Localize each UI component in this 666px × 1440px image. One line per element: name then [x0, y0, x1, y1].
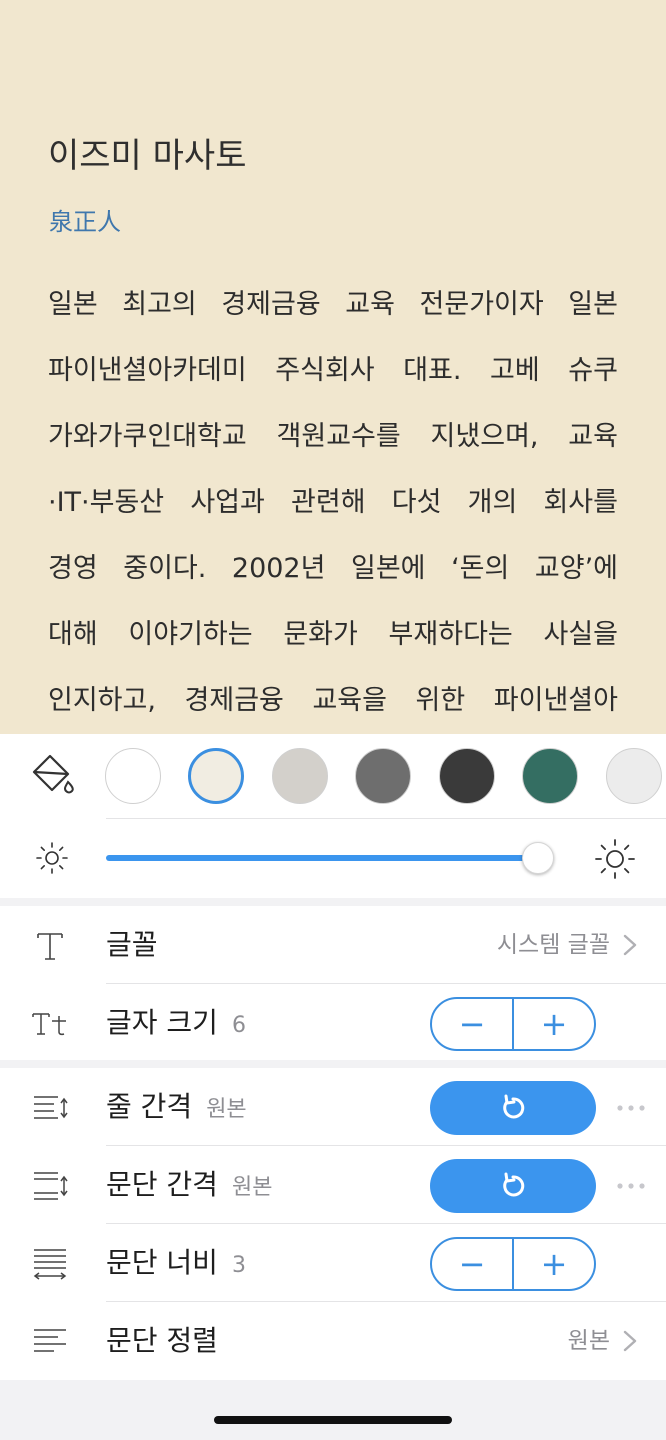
font-value: 시스템 글꼴 — [496, 932, 610, 958]
divider — [106, 818, 666, 819]
book-line: 가와가쿠인대학교 객원교수를 지냈으며, 교육 — [48, 421, 618, 452]
paragraph-width-decrease-button[interactable]: − — [432, 1239, 512, 1289]
color-swatch[interactable] — [188, 748, 244, 804]
paragraph-width-label: 문단 너비 3 — [106, 1224, 246, 1302]
text-size-icon — [32, 1013, 66, 1036]
paragraph-width-label-text: 문단 너비 — [106, 1246, 218, 1279]
font-size-value: 6 — [231, 1013, 246, 1038]
book-body: 일본 최고의 경제금융 교육 전문가이자 일본 파이낸셜아카데미 주식회사 대표… — [48, 272, 618, 734]
line-spacing-icon — [34, 1096, 68, 1119]
line-spacing-value: 원본 — [206, 1097, 247, 1122]
paragraph-width-value: 3 — [231, 1253, 246, 1278]
chevron-right-icon — [623, 1330, 637, 1352]
theme-section — [0, 734, 666, 898]
book-line: ·IT·부동산 사업과 관련해 다섯 개의 회사를 — [48, 487, 618, 518]
paragraph-width-icon — [33, 1249, 67, 1280]
paragraph-spacing-label-text: 문단 간격 — [106, 1168, 218, 1201]
brightness-low-icon — [36, 842, 68, 874]
font-settings-group: 글꼴 시스템 글꼴 글자 크기 6 − + — [0, 906, 666, 1060]
paragraph-spacing-label: 문단 간격 원본 — [106, 1146, 272, 1224]
font-size-stepper: − + — [430, 997, 596, 1051]
font-icon — [37, 933, 63, 960]
color-swatch[interactable] — [272, 748, 328, 804]
brightness-high-icon — [595, 839, 635, 879]
paragraph-settings-group: 줄 간격 원본 문단 간격 원본 문단 너비 3 − + 문단 정렬 원본 — [0, 1068, 666, 1380]
line-spacing-reset-button[interactable] — [430, 1081, 596, 1135]
paragraph-spacing-value: 원본 — [231, 1175, 273, 1200]
book-subtitle: 泉正人 — [49, 208, 121, 236]
brightness-slider-track[interactable] — [106, 855, 538, 861]
color-swatches — [0, 746, 666, 806]
font-size-label-text: 글자 크기 — [106, 1006, 218, 1039]
color-swatch[interactable] — [522, 748, 578, 804]
more-icon[interactable] — [616, 1182, 646, 1190]
line-spacing-label-text: 줄 간격 — [106, 1090, 193, 1123]
paragraph-align-label: 문단 정렬 — [106, 1324, 218, 1357]
book-line: 파이낸셜아카데미 주식회사 대표. 고베 슈쿠 — [48, 355, 618, 386]
reader-settings-panel: 글꼴 시스템 글꼴 글자 크기 6 − + 줄 간격 원본 문단 간격 원본 문… — [0, 734, 666, 1440]
chevron-right-icon — [623, 934, 637, 956]
reader-page: 이즈미 마사토 泉正人 일본 최고의 경제금융 교육 전문가이자 일본 파이낸셜… — [0, 0, 666, 740]
color-swatch[interactable] — [105, 748, 161, 804]
font-size-decrease-button[interactable]: − — [432, 999, 512, 1049]
reset-icon — [503, 1172, 525, 1197]
color-swatch[interactable] — [355, 748, 411, 804]
book-line: 인지하고, 경제금융 교육을 위한 파이낸셜아 — [48, 685, 618, 716]
home-indicator[interactable] — [214, 1416, 452, 1424]
line-spacing-row: 줄 간격 원본 — [0, 1068, 666, 1146]
paragraph-width-stepper: − + — [430, 1237, 596, 1291]
color-swatch[interactable] — [439, 748, 495, 804]
paragraph-spacing-row: 문단 간격 원본 — [0, 1146, 666, 1224]
brightness-slider-thumb[interactable] — [522, 842, 554, 874]
paragraph-spacing-icon — [34, 1172, 68, 1200]
reset-icon — [503, 1094, 525, 1119]
paragraph-width-increase-button[interactable]: + — [514, 1239, 594, 1289]
font-row[interactable]: 글꼴 시스템 글꼴 — [0, 906, 666, 984]
font-size-label: 글자 크기 6 — [106, 984, 246, 1062]
color-swatch[interactable] — [606, 748, 662, 804]
paragraph-width-row: 문단 너비 3 − + — [0, 1224, 666, 1302]
paragraph-spacing-reset-button[interactable] — [430, 1159, 596, 1213]
align-left-icon — [34, 1329, 66, 1352]
paragraph-align-row[interactable]: 문단 정렬 원본 — [0, 1302, 666, 1380]
line-spacing-label: 줄 간격 원본 — [106, 1068, 247, 1146]
font-size-increase-button[interactable]: + — [514, 999, 594, 1049]
paragraph-align-value: 원본 — [567, 1328, 610, 1354]
font-label: 글꼴 — [106, 928, 158, 961]
book-line: 경영 중이다. 2002년 일본에 ‘돈의 교양’에 — [48, 553, 618, 584]
more-icon[interactable] — [616, 1104, 646, 1112]
book-line: 일본 최고의 경제금융 교육 전문가이자 일본 — [48, 289, 618, 320]
font-size-row: 글자 크기 6 − + — [0, 984, 666, 1062]
book-title: 이즈미 마사토 — [48, 136, 247, 176]
book-line: 대해 이야기하는 문화가 부재하다는 사실을 — [48, 619, 618, 650]
